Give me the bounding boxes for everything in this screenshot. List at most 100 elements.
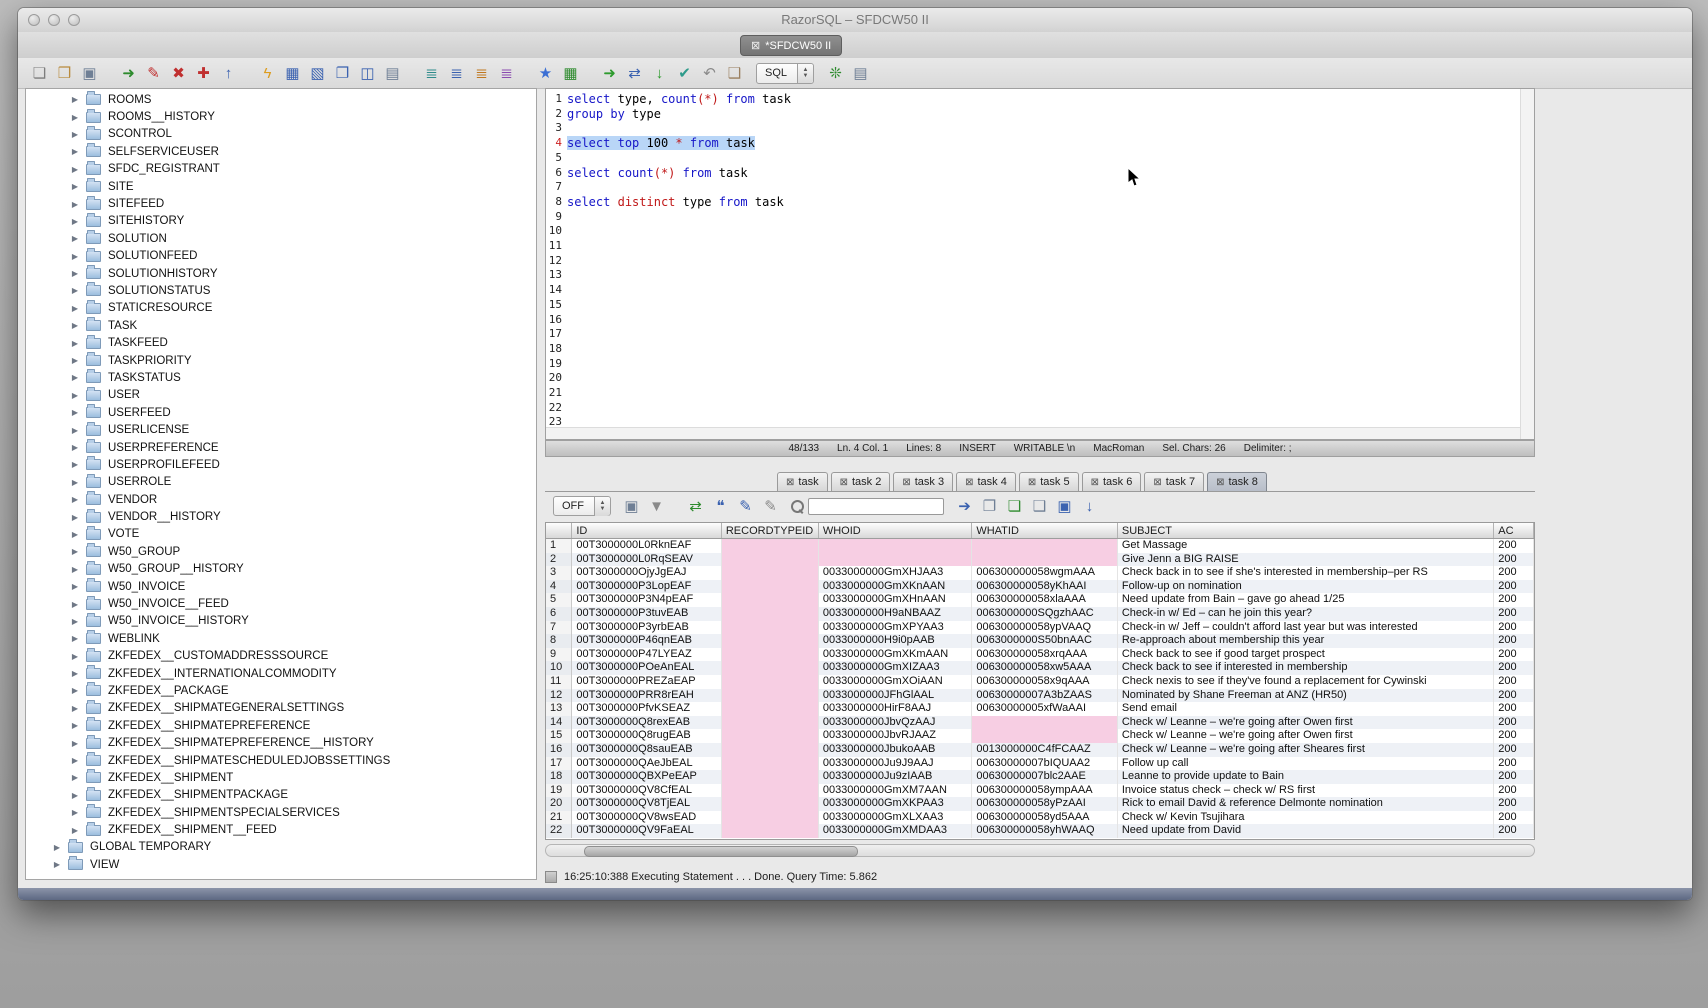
tree-item[interactable]: ▶VENDOR: [26, 491, 536, 508]
disclosure-triangle-icon[interactable]: ▶: [70, 391, 80, 400]
data-cell[interactable]: Nominated by Shane Freeman at ANZ (HR50): [1117, 689, 1493, 703]
close-tab-icon[interactable]: ⊠: [786, 477, 794, 488]
data-cell[interactable]: 00T3000000L0RknEAF: [572, 539, 721, 553]
tree-item[interactable]: ▶ZKFEDEX__SHIPMATESCHEDULEDJOBSSETTINGS: [26, 752, 536, 769]
data-cell[interactable]: 0063000000SQgzhAAC: [972, 607, 1118, 621]
data-cell[interactable]: 006300000058yhWAAQ: [972, 824, 1118, 838]
data-cell[interactable]: [721, 811, 818, 825]
disclosure-triangle-icon[interactable]: ▶: [70, 704, 80, 713]
table-row[interactable]: 1000T3000000POeAnEAL 0033000000GmXIZAA30…: [546, 661, 1534, 675]
disclosure-triangle-icon[interactable]: ▶: [70, 443, 80, 452]
data-cell[interactable]: 0013000000C4fFCAAZ: [972, 743, 1118, 757]
data-cell[interactable]: 200: [1494, 770, 1534, 784]
chart-results-list-button[interactable]: ≣: [495, 62, 518, 84]
tree-item[interactable]: ▶SCONTROL: [26, 126, 536, 143]
disclosure-triangle-icon[interactable]: ▶: [70, 652, 80, 661]
data-cell[interactable]: 200: [1494, 566, 1534, 580]
column-header-whoid[interactable]: WHOID: [818, 523, 972, 539]
data-cell[interactable]: 00T3000000POeAnEAL: [572, 661, 721, 675]
export-results-list-button[interactable]: ≣: [470, 62, 493, 84]
data-cell[interactable]: 200: [1494, 757, 1534, 771]
disclosure-triangle-icon[interactable]: ▶: [70, 234, 80, 243]
new-file-button[interactable]: ❏: [28, 62, 51, 84]
disclosure-triangle-icon[interactable]: ▶: [70, 478, 80, 487]
tree-item[interactable]: ▶ZKFEDEX__SHIPMATEPREFERENCE: [26, 717, 536, 734]
tree-item[interactable]: ▶ZKFEDEX__SHIPMENT: [26, 769, 536, 786]
results-tab-task-7[interactable]: ⊠task 7: [1144, 472, 1204, 491]
data-cell[interactable]: Give Jenn a BIG RAISE: [1117, 553, 1493, 567]
data-cell[interactable]: 00T3000000PfvKSEAZ: [572, 702, 721, 716]
data-cell[interactable]: 200: [1494, 716, 1534, 730]
disclosure-triangle-icon[interactable]: ▶: [70, 791, 80, 800]
table-row[interactable]: 200T3000000L0RqSEAV Give Jenn a BIG RAIS…: [546, 553, 1534, 567]
tree-item[interactable]: ▶STATICRESOURCE: [26, 300, 536, 317]
data-cell[interactable]: 200: [1494, 702, 1534, 716]
close-tab-icon[interactable]: ⊠: [1091, 477, 1099, 488]
table-row[interactable]: 1600T3000000Q8sauEAB 0033000000JbukoAAB0…: [546, 743, 1534, 757]
data-cell[interactable]: 006300000058xw5AAA: [972, 661, 1118, 675]
results-tab-task-4[interactable]: ⊠task 4: [956, 472, 1016, 491]
table-row[interactable]: 1100T3000000PREZaEAP 0033000000GmXOiAAN0…: [546, 675, 1534, 689]
disclosure-triangle-icon[interactable]: ▶: [70, 721, 80, 730]
data-cell[interactable]: 00T3000000L0RqSEAV: [572, 553, 721, 567]
data-cell[interactable]: 0033000000Ju9J9AAJ: [818, 757, 972, 771]
tree-item[interactable]: ▶USERLICENSE: [26, 421, 536, 438]
data-cell[interactable]: 006300000058ypVAAQ: [972, 621, 1118, 635]
disclosure-triangle-icon[interactable]: ▶: [70, 269, 80, 278]
scrollbar-thumb[interactable]: [584, 846, 858, 857]
data-cell[interactable]: 006300000058yPzAAI: [972, 797, 1118, 811]
close-tab-icon[interactable]: ⊠: [1216, 477, 1224, 488]
data-cell[interactable]: 0033000000GmXIZAA3: [818, 661, 972, 675]
statement-type-select[interactable]: SQL ▲▼: [756, 63, 814, 84]
open-file-button[interactable]: ❒: [53, 62, 76, 84]
database-object-tree[interactable]: ▶ROOMS▶ROOMS__HISTORY▶SCONTROL▶SELFSERVI…: [25, 88, 537, 880]
disclosure-triangle-icon[interactable]: ▶: [70, 600, 80, 609]
data-cell[interactable]: 0033000000GmXOiAAN: [818, 675, 972, 689]
copy-object-button[interactable]: ❐: [331, 62, 354, 84]
data-cell[interactable]: 0033000000JbvRJAAZ: [818, 729, 972, 743]
data-cell[interactable]: 200: [1494, 661, 1534, 675]
data-cell[interactable]: 00T3000000QV9FaEAL: [572, 824, 721, 838]
close-tab-icon[interactable]: ⊠: [902, 477, 910, 488]
column-header-recordtypeid[interactable]: RECORDTYPEID: [721, 523, 818, 539]
data-cell[interactable]: [721, 566, 818, 580]
save-file-button[interactable]: ▣: [78, 62, 101, 84]
data-cell[interactable]: 006300000058yKhAAI: [972, 580, 1118, 594]
disclosure-triangle-icon[interactable]: ▶: [70, 773, 80, 782]
disclosure-triangle-icon[interactable]: ▶: [70, 373, 80, 382]
rollback-transaction-button[interactable]: ↶: [698, 62, 721, 84]
title-bar[interactable]: RazorSQL – SFDCW50 II: [18, 8, 1692, 33]
data-cell[interactable]: 0033000000GmXM7AAN: [818, 784, 972, 798]
data-cell[interactable]: 0033000000GmXPYAA3: [818, 621, 972, 635]
data-cell[interactable]: 200: [1494, 811, 1534, 825]
table-row[interactable]: 900T3000000P47LYEAZ 0033000000GmXKmAAN00…: [546, 648, 1534, 662]
data-cell[interactable]: Check nexis to see if they've found a re…: [1117, 675, 1493, 689]
tree-item[interactable]: ▶USERFEED: [26, 404, 536, 421]
data-cell[interactable]: 0033000000GmXKnAAN: [818, 580, 972, 594]
tree-item[interactable]: ▶USERPREFERENCE: [26, 439, 536, 456]
data-cell[interactable]: Check back to see if interested in membe…: [1117, 661, 1493, 675]
tree-item[interactable]: ▶W50_INVOICE: [26, 578, 536, 595]
tree-item[interactable]: ▶ZKFEDEX__SHIPMATEGENERALSETTINGS: [26, 700, 536, 717]
data-cell[interactable]: Check w/ Kevin Tsujihara: [1117, 811, 1493, 825]
disclosure-triangle-icon[interactable]: ▶: [70, 460, 80, 469]
disclosure-triangle-icon[interactable]: ▶: [70, 321, 80, 330]
disclosure-triangle-icon[interactable]: ▶: [70, 530, 80, 539]
data-cell[interactable]: [721, 689, 818, 703]
data-cell[interactable]: Check-in w/ Ed – can he join this year?: [1117, 607, 1493, 621]
data-cell[interactable]: [721, 621, 818, 635]
results-tab-task[interactable]: ⊠task: [777, 472, 828, 491]
data-cell[interactable]: Need update from Bain – gave go ahead 1/…: [1117, 593, 1493, 607]
table-row[interactable]: 800T3000000P46qnEAB 0033000000H9i0pAAB00…: [546, 634, 1534, 648]
data-cell[interactable]: Get Massage: [1117, 539, 1493, 553]
data-cell[interactable]: 200: [1494, 784, 1534, 798]
tree-item[interactable]: ▶ROOMS: [26, 91, 536, 108]
data-cell[interactable]: 0033000000Ju9zIAAB: [818, 770, 972, 784]
table-row[interactable]: 2000T3000000QV8TjEAL 0033000000GmXKPAA30…: [546, 797, 1534, 811]
disclosure-triangle-icon[interactable]: ▶: [70, 739, 80, 748]
data-cell[interactable]: 00630000007bIQUAA2: [972, 757, 1118, 771]
tree-item[interactable]: ▶VOTE: [26, 526, 536, 543]
data-cell[interactable]: 200: [1494, 539, 1534, 553]
data-cell[interactable]: 00T3000000Q8rugEAB: [572, 729, 721, 743]
data-cell[interactable]: Check w/ Leanne – we're going after Owen…: [1117, 716, 1493, 730]
